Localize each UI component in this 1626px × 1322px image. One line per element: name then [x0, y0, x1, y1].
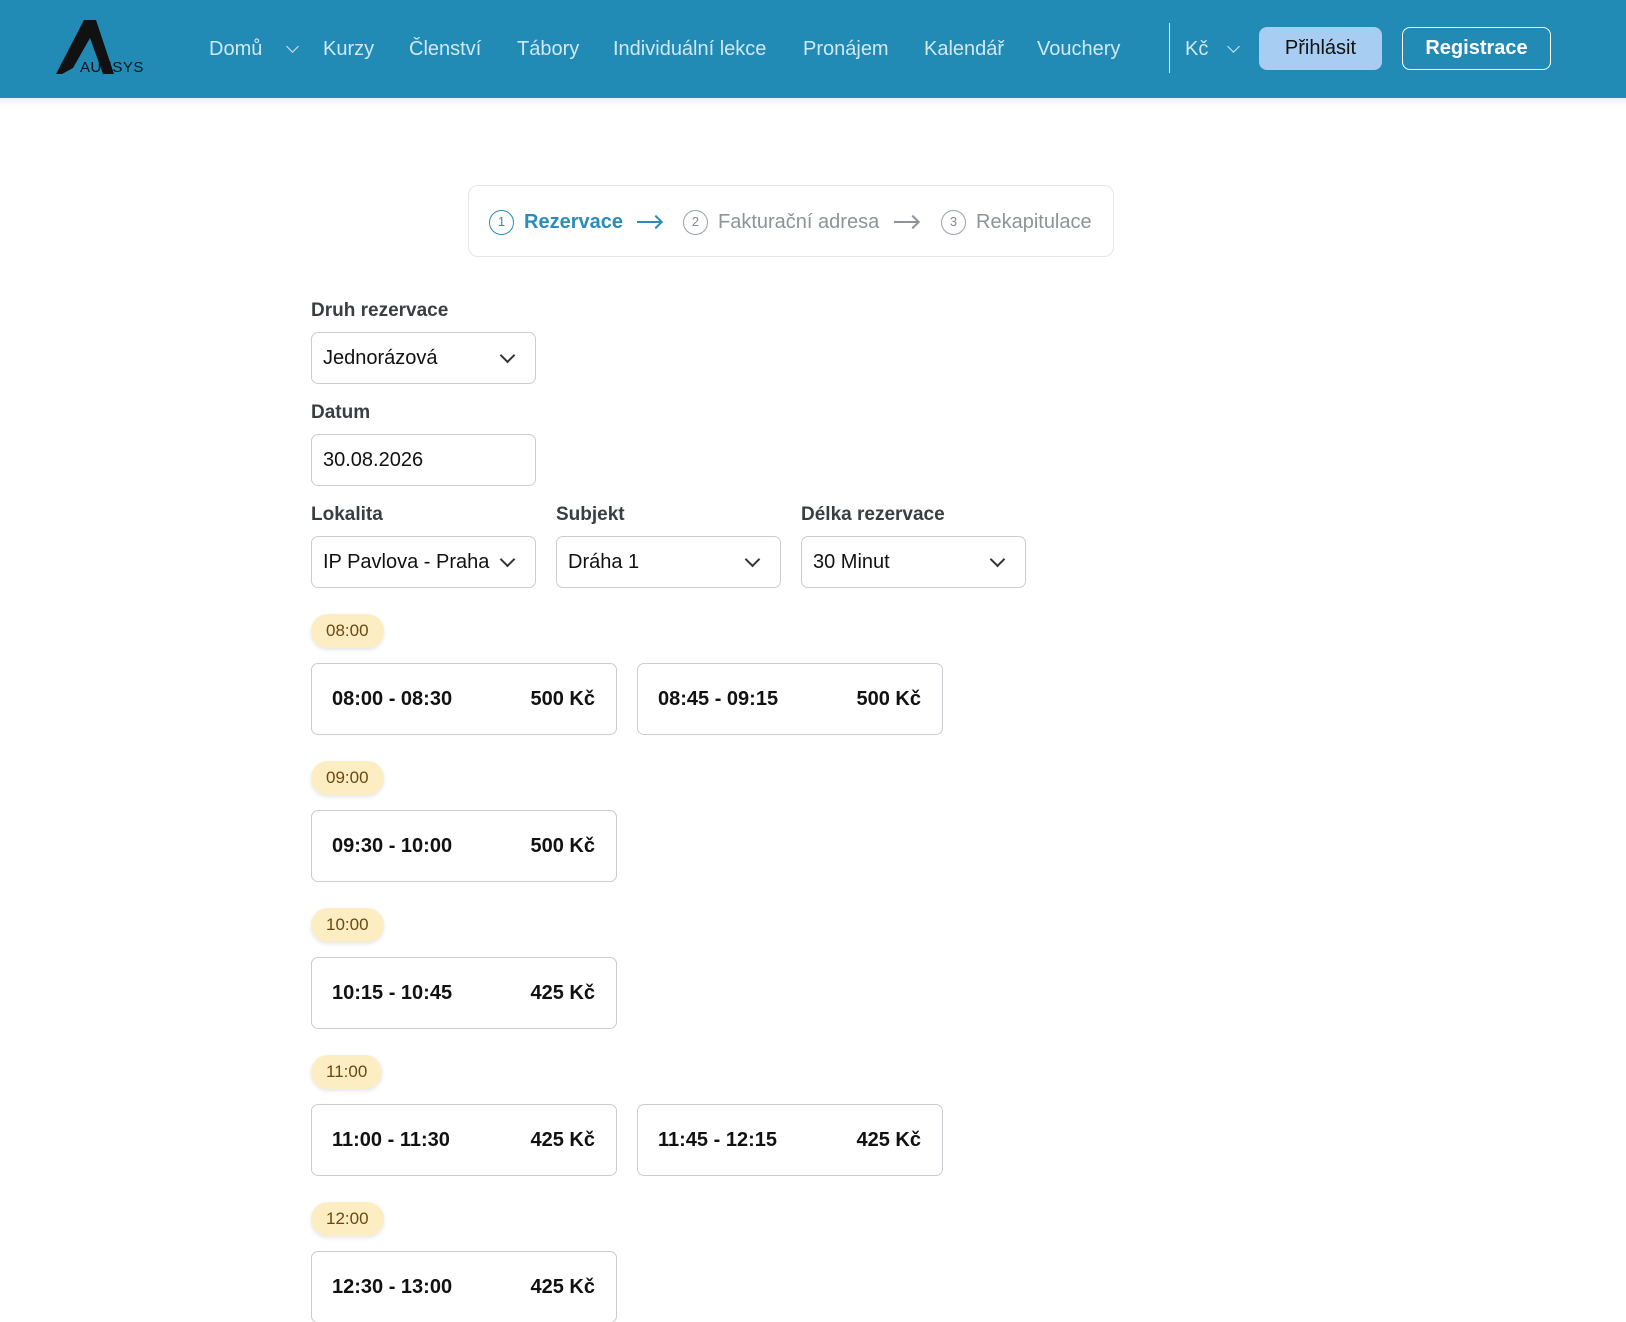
brand-name: AUKSYS — [80, 59, 144, 76]
nav-item-camps[interactable]: Tábory — [517, 34, 579, 64]
top-navbar: AUKSYS Domů Kurzy Členství Tábory Indivi… — [0, 0, 1626, 98]
location-label: Lokalita — [311, 504, 383, 525]
nav-item-individual-lessons[interactable]: Individuální lekce — [613, 34, 766, 64]
chevron-down-icon[interactable] — [286, 40, 299, 53]
reservation-type-label: Druh rezervace — [311, 300, 449, 321]
hour-badge: 10:00 — [311, 908, 384, 942]
slot-price: 500 Kč — [530, 688, 596, 710]
location-select[interactable]: IP Pavlova - Praha — [311, 536, 536, 588]
subject-select[interactable]: Dráha 1 — [556, 536, 781, 588]
step-number: 1 — [489, 210, 514, 235]
step-number: 3 — [941, 210, 966, 235]
subject-value: Dráha 1 — [568, 551, 640, 573]
hour-badge: 12:00 — [311, 1202, 384, 1236]
nav-item-membership[interactable]: Členství — [409, 34, 481, 64]
slot-price: 425 Kč — [530, 1276, 596, 1298]
slot-price: 500 Kč — [856, 688, 922, 710]
header-shadow — [0, 98, 1626, 106]
slot-time: 11:00 - 11:30 — [332, 1129, 450, 1151]
chevron-down-icon — [499, 551, 516, 568]
step-label: Rekapitulace — [976, 211, 1092, 233]
time-slot[interactable]: 11:00 - 11:30 425 Kč — [311, 1104, 617, 1176]
currency-select[interactable]: Kč — [1185, 34, 1208, 64]
date-value: 30.08.2026 — [323, 449, 424, 471]
chevron-down-icon — [499, 347, 516, 364]
chevron-down-icon[interactable] — [1227, 40, 1240, 53]
location-value: IP Pavlova - Praha — [323, 551, 490, 573]
time-slot[interactable]: 12:30 - 13:00 425 Kč — [311, 1251, 617, 1322]
time-slot[interactable]: 09:30 - 10:00 500 Kč — [311, 810, 617, 882]
time-slot[interactable]: 08:00 - 08:30 500 Kč — [311, 663, 617, 735]
subject-label: Subjekt — [556, 504, 625, 525]
hour-badge: 09:00 — [311, 761, 384, 795]
arrow-right-icon — [894, 221, 918, 223]
slot-time: 10:15 - 10:45 — [332, 982, 453, 1004]
slot-time: 12:30 - 13:00 — [332, 1276, 453, 1298]
arrow-right-icon — [637, 221, 661, 223]
slot-time: 09:30 - 10:00 — [332, 835, 453, 857]
time-slot[interactable]: 11:45 - 12:15 425 Kč — [637, 1104, 943, 1176]
slot-price: 500 Kč — [530, 835, 596, 857]
nav-divider — [1169, 23, 1170, 73]
slot-time: 08:45 - 09:15 — [658, 688, 779, 710]
reservation-length-select[interactable]: 30 Minut — [801, 536, 1026, 588]
slot-price: 425 Kč — [856, 1129, 922, 1151]
hour-badge: 08:00 — [311, 614, 384, 648]
step-number: 2 — [683, 210, 708, 235]
checkout-stepper: 1 Rezervace 2 Fakturační adresa 3 Rekapi… — [468, 185, 1114, 257]
hour-badge: 11:00 — [311, 1055, 383, 1089]
date-label: Datum — [311, 402, 371, 423]
reservation-length-value: 30 Minut — [813, 551, 890, 573]
time-slot[interactable]: 10:15 - 10:45 425 Kč — [311, 957, 617, 1029]
nav-item-home[interactable]: Domů — [209, 34, 262, 64]
reservation-type-select[interactable]: Jednorázová — [311, 332, 536, 384]
reservation-type-value: Jednorázová — [323, 347, 438, 369]
chevron-down-icon — [744, 551, 761, 568]
nav-item-rental[interactable]: Pronájem — [803, 34, 889, 64]
chevron-down-icon — [989, 551, 1006, 568]
date-input[interactable]: 30.08.2026 — [311, 434, 536, 486]
slot-time: 08:00 - 08:30 — [332, 688, 453, 710]
slot-price: 425 Kč — [530, 982, 596, 1004]
nav-item-courses[interactable]: Kurzy — [323, 34, 374, 64]
reservation-length-label: Délka rezervace — [801, 504, 945, 525]
step-label: Fakturační adresa — [718, 211, 880, 233]
login-button[interactable]: Přihlásit — [1259, 27, 1382, 70]
register-button[interactable]: Registrace — [1402, 27, 1551, 70]
slot-price: 425 Kč — [530, 1129, 596, 1151]
slot-time: 11:45 - 12:15 — [658, 1129, 777, 1151]
nav-item-vouchers[interactable]: Vouchery — [1037, 34, 1120, 64]
nav-item-calendar[interactable]: Kalendář — [924, 34, 1004, 64]
step-label: Rezervace — [524, 211, 623, 233]
time-slot[interactable]: 08:45 - 09:15 500 Kč — [637, 663, 943, 735]
